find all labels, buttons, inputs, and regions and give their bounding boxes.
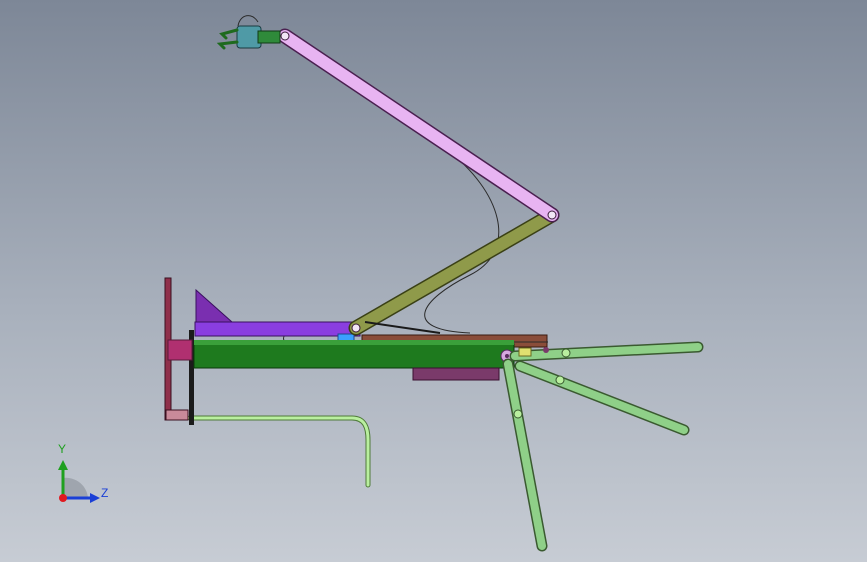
cad-viewport[interactable]: Y Z bbox=[0, 0, 867, 562]
front-pivot-center bbox=[505, 354, 509, 358]
under-slider[interactable] bbox=[412, 367, 500, 381]
handle-tube[interactable] bbox=[187, 415, 371, 488]
lower-arm-body bbox=[350, 209, 558, 334]
z-axis-label: Z bbox=[101, 486, 109, 500]
leg-joint-middle[interactable] bbox=[555, 375, 565, 385]
handle-tube-highlight bbox=[188, 416, 370, 487]
hub-cylinder[interactable] bbox=[167, 339, 193, 361]
leg-lower-body bbox=[504, 360, 546, 550]
spring-pin bbox=[543, 347, 549, 353]
purple-boom[interactable] bbox=[194, 321, 361, 337]
z-arrow-head bbox=[90, 493, 100, 503]
gripper-wire bbox=[237, 15, 259, 27]
gripper-mount bbox=[257, 30, 281, 44]
triad-plane bbox=[63, 477, 88, 498]
shoulder-joint[interactable] bbox=[351, 323, 361, 333]
y-axis-label: Y bbox=[58, 442, 67, 456]
leg-joint-lower[interactable] bbox=[513, 409, 523, 419]
main-beam-cap bbox=[194, 340, 514, 345]
y-arrow-head bbox=[58, 460, 68, 470]
elbow-joint[interactable] bbox=[547, 210, 557, 220]
x-axis-origin bbox=[59, 494, 67, 502]
support-bracket[interactable] bbox=[195, 288, 234, 327]
base-plate-foot bbox=[165, 409, 189, 421]
leg-upper-body bbox=[511, 343, 702, 360]
gripper-fingers[interactable] bbox=[216, 28, 239, 50]
robot-arm-model[interactable] bbox=[0, 0, 867, 562]
leg-joint-upper[interactable] bbox=[561, 348, 571, 358]
wrist-joint[interactable] bbox=[280, 31, 290, 41]
gripper-body[interactable] bbox=[236, 25, 262, 49]
leg-middle-body bbox=[516, 362, 688, 434]
upper-arm-body bbox=[279, 30, 558, 221]
leg-clamp bbox=[518, 347, 532, 357]
main-beam[interactable] bbox=[193, 343, 515, 369]
